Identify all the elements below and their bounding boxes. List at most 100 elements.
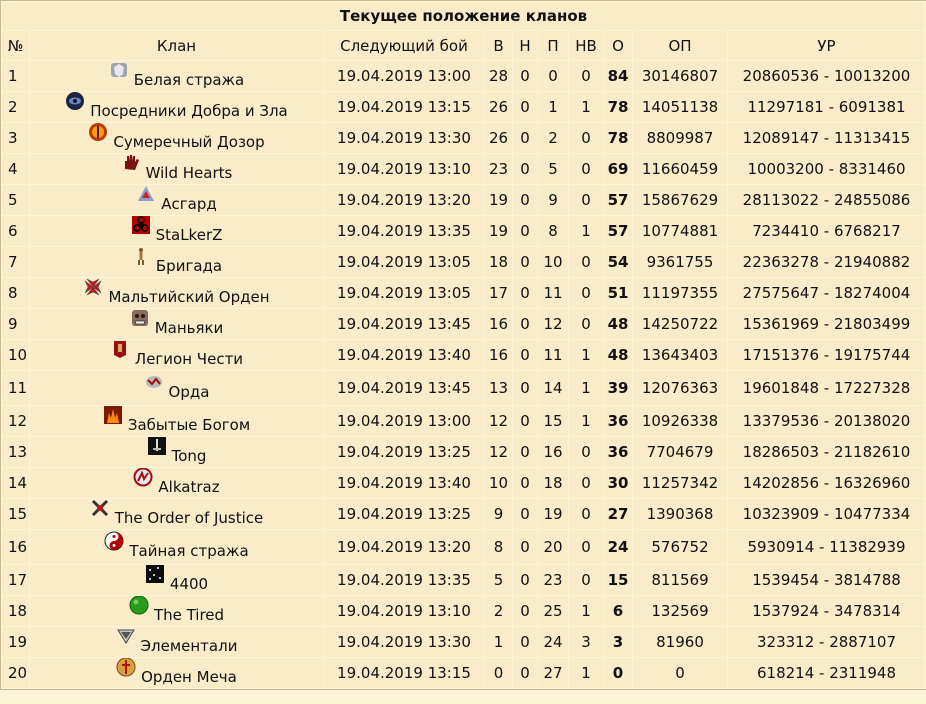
row-number: 12: [2, 406, 29, 436]
clan-cell[interactable]: Забытые Богом: [30, 406, 323, 436]
clan-name[interactable]: Сумеречный Дозор: [113, 133, 264, 151]
maltese-cross-icon: [83, 278, 103, 297]
clan-name[interactable]: 4400: [170, 575, 208, 593]
draws-cell: 0: [513, 371, 537, 405]
table-row: 2 Посредники Добра и Зла 19.04.2019 13:15 2…: [2, 92, 926, 122]
clan-name[interactable]: StaLkerZ: [156, 226, 223, 244]
table-title: Текущее положение кланов: [2, 2, 926, 30]
draws-cell: 0: [513, 565, 537, 595]
points-cell: 57: [604, 216, 632, 246]
draws-cell: 0: [513, 468, 537, 498]
clan-name[interactable]: Tong: [172, 447, 207, 465]
nv-cell: 0: [569, 565, 603, 595]
draws-cell: 0: [513, 61, 537, 91]
table-row: 10 Легион Чести 19.04.2019 13:40 16 0 11 1 48 13…: [2, 340, 926, 370]
next-battle-cell: 19.04.2019 13:35: [324, 216, 484, 246]
clan-cell[interactable]: Маньяки: [30, 309, 323, 339]
op-cell: 14051138: [633, 92, 727, 122]
clan-cell[interactable]: Мальтийский Орден: [30, 278, 323, 308]
clan-name[interactable]: Асгард: [161, 195, 216, 213]
wins-cell: 12: [485, 406, 512, 436]
op-cell: 10926338: [633, 406, 727, 436]
op-cell: 9361755: [633, 247, 727, 277]
clan-name[interactable]: Орда: [169, 383, 210, 401]
clan-cell[interactable]: Сумеречный Дозор: [30, 123, 323, 153]
clan-cell[interactable]: Орден Меча: [30, 658, 323, 688]
clan-name[interactable]: Элементали: [141, 637, 238, 655]
clan-cell[interactable]: Белая стража: [30, 61, 323, 91]
clan-name[interactable]: Посредники Добра и Зла: [90, 102, 288, 120]
table-row: 13 Tong 19.04.2019 13:25 12 0 16 0 36 7704679 182…: [2, 437, 926, 467]
clan-cell[interactable]: Tong: [30, 437, 323, 467]
next-battle-cell: 19.04.2019 13:05: [324, 247, 484, 277]
op-cell: 12076363: [633, 371, 727, 405]
sword-icon: [147, 437, 167, 456]
table-row: 7 Бригада 19.04.2019 13:05 18 0 10 0 54 9361755 2…: [2, 247, 926, 277]
clan-name[interactable]: Бригада: [156, 257, 222, 275]
clan-name[interactable]: Белая стража: [134, 71, 245, 89]
nv-cell: 0: [569, 61, 603, 91]
points-cell: 54: [604, 247, 632, 277]
draws-cell: 0: [513, 185, 537, 215]
clan-name[interactable]: Тайная стража: [129, 542, 248, 560]
clan-name[interactable]: Мальтийский Орден: [108, 288, 269, 306]
figure-icon: [131, 247, 151, 266]
clan-cell[interactable]: The Order of Justice: [30, 499, 323, 529]
header-points: О: [604, 31, 632, 60]
losses-cell: 24: [538, 627, 568, 657]
nv-cell: 1: [569, 340, 603, 370]
draws-cell: 0: [513, 499, 537, 529]
table-row: 20 Орден Меча 19.04.2019 13:15 0 0 27 1 0 0 61821…: [2, 658, 926, 688]
clan-name[interactable]: The Order of Justice: [115, 509, 264, 527]
row-number: 10: [2, 340, 29, 370]
clan-cell[interactable]: Элементали: [30, 627, 323, 657]
header-draws: Н: [513, 31, 537, 60]
nv-cell: 0: [569, 468, 603, 498]
next-battle-cell: 19.04.2019 13:20: [324, 185, 484, 215]
green-ball-icon: [129, 596, 149, 615]
clan-name[interactable]: Маньяки: [155, 319, 224, 337]
clan-cell[interactable]: Тайная стража: [30, 530, 323, 564]
horde-icon: [144, 372, 164, 392]
points-cell: 84: [604, 61, 632, 91]
row-number: 18: [2, 596, 29, 626]
clan-name[interactable]: Легион Чести: [135, 350, 243, 368]
draws-cell: 0: [513, 658, 537, 688]
clan-name[interactable]: Орден Меча: [141, 668, 237, 686]
points-cell: 39: [604, 371, 632, 405]
clan-cell[interactable]: Посредники Добра и Зла: [30, 92, 323, 122]
clan-cell[interactable]: 4400: [30, 565, 323, 595]
ur-cell: 323312 - 2887107: [728, 627, 926, 657]
wins-cell: 0: [485, 658, 512, 688]
banner-icon: [110, 340, 130, 359]
table-row: 18 The Tired 19.04.2019 13:10 2 0 25 1 6 132569 1…: [2, 596, 926, 626]
wins-cell: 18: [485, 247, 512, 277]
clan-cell[interactable]: Асгард: [30, 185, 323, 215]
wins-cell: 2: [485, 596, 512, 626]
points-cell: 27: [604, 499, 632, 529]
losses-cell: 14: [538, 371, 568, 405]
clan-cell[interactable]: The Tired: [30, 596, 323, 626]
header-ur: УР: [728, 31, 926, 60]
row-number: 14: [2, 468, 29, 498]
clan-cell[interactable]: Орда: [30, 371, 323, 405]
points-cell: 78: [604, 92, 632, 122]
ur-cell: 11297181 - 6091381: [728, 92, 926, 122]
clan-cell[interactable]: StaLkerZ: [30, 216, 323, 246]
clan-cell[interactable]: Alkatraz: [30, 468, 323, 498]
clan-cell[interactable]: Легион Чести: [30, 340, 323, 370]
wins-cell: 13: [485, 371, 512, 405]
losses-cell: 2: [538, 123, 568, 153]
clan-name[interactable]: Wild Hearts: [146, 164, 233, 182]
clan-name[interactable]: Забытые Богом: [128, 416, 250, 434]
ur-cell: 1537924 - 3478314: [728, 596, 926, 626]
clan-cell[interactable]: Wild Hearts: [30, 154, 323, 184]
clan-cell[interactable]: Бригада: [30, 247, 323, 277]
clan-name[interactable]: Alkatraz: [158, 478, 219, 496]
wins-cell: 16: [485, 340, 512, 370]
losses-cell: 11: [538, 278, 568, 308]
ur-cell: 27575647 - 18274004: [728, 278, 926, 308]
stars-icon: [145, 565, 165, 584]
clan-name[interactable]: The Tired: [154, 606, 224, 624]
op-cell: 132569: [633, 596, 727, 626]
